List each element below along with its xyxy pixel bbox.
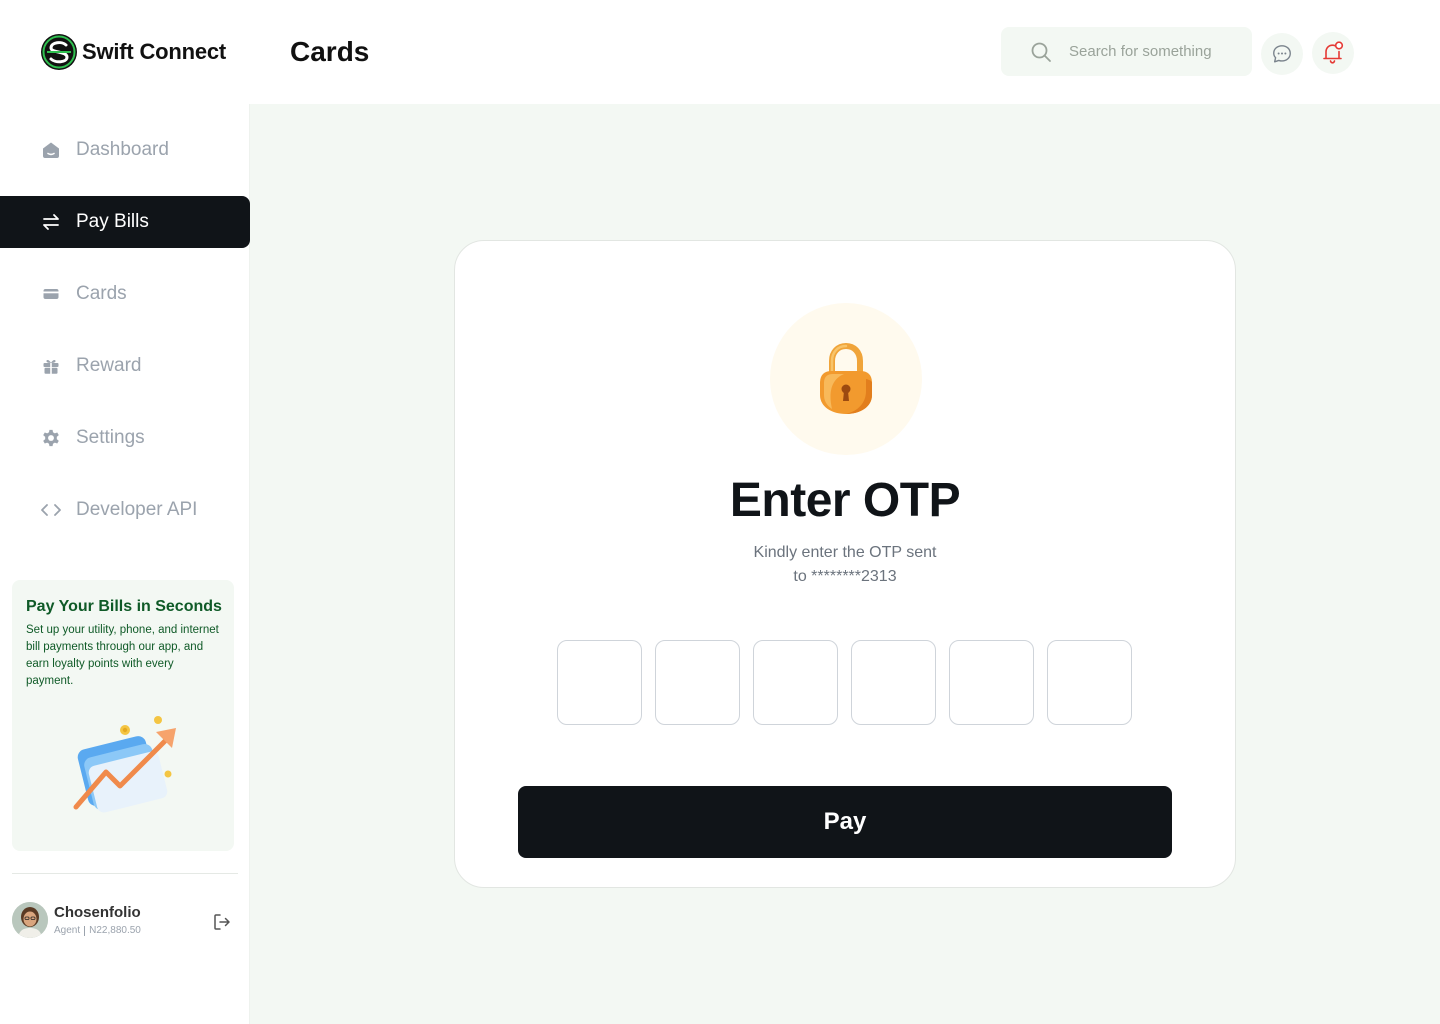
- promo-card: Pay Your Bills in Seconds Set up your ut…: [12, 580, 234, 851]
- sidebar: Dashboard Pay Bills Cards Reward Setting…: [0, 104, 250, 1024]
- user-role: Agent: [54, 925, 81, 936]
- sidebar-item-developer-api[interactable]: Developer API: [0, 484, 250, 536]
- otp-digit-5[interactable]: [949, 640, 1034, 725]
- otp-subtitle-line: to ********2313: [793, 568, 897, 585]
- user-name: Chosenfolio: [54, 904, 141, 921]
- user-profile: Chosenfolio Agent N22,880.50: [12, 902, 238, 942]
- chat-bubble-icon: [1273, 45, 1291, 63]
- sidebar-item-label: Developer API: [76, 499, 198, 520]
- search-bar[interactable]: [1001, 27, 1252, 76]
- otp-digit-1[interactable]: [557, 640, 642, 725]
- gear-icon: [40, 427, 62, 449]
- sidebar-item-reward[interactable]: Reward: [0, 340, 250, 392]
- sidebar-item-pay-bills[interactable]: Pay Bills: [0, 196, 250, 248]
- sidebar-item-settings[interactable]: Settings: [0, 412, 250, 464]
- card-icon: [40, 283, 62, 305]
- bell-icon: [1323, 41, 1344, 64]
- otp-input-group: [557, 640, 1132, 725]
- otp-subtitle: Kindly enter the OTP sent to ********231…: [725, 541, 965, 589]
- pay-button[interactable]: Pay: [518, 786, 1172, 858]
- transfer-arrows-icon: [40, 211, 62, 233]
- notifications-button[interactable]: [1312, 32, 1354, 74]
- sidebar-item-label: Reward: [76, 355, 142, 376]
- lock-badge: [770, 303, 922, 455]
- main-content: Enter OTP Kindly enter the OTP sent to *…: [250, 104, 1440, 1024]
- otp-title: Enter OTP: [729, 474, 961, 527]
- meta-separator: [84, 925, 86, 936]
- messages-button[interactable]: [1261, 33, 1303, 75]
- sidebar-item-label: Settings: [76, 427, 145, 448]
- search-input[interactable]: [1069, 39, 1239, 64]
- brand-logo[interactable]: Swift Connect: [40, 33, 226, 71]
- wallet-growth-illustration: [73, 716, 176, 813]
- page-title: Cards: [290, 36, 370, 67]
- otp-digit-6[interactable]: [1047, 640, 1132, 725]
- sidebar-item-label: Pay Bills: [76, 211, 149, 232]
- top-header: Swift Connect Cards: [0, 0, 1440, 104]
- sidebar-divider: [12, 873, 238, 874]
- code-icon: [40, 499, 62, 521]
- user-balance: N22,880.50: [89, 925, 141, 936]
- promo-text: Set up your utility, phone, and internet…: [26, 624, 219, 687]
- otp-subtitle-line: Kindly enter the OTP sent: [753, 544, 937, 561]
- logout-icon[interactable]: [212, 912, 232, 932]
- gift-icon: [40, 355, 62, 377]
- promo-title: Pay Your Bills in Seconds: [26, 598, 222, 615]
- otp-digit-4[interactable]: [851, 640, 936, 725]
- home-icon: [40, 139, 62, 161]
- sidebar-item-cards[interactable]: Cards: [0, 268, 250, 320]
- sidebar-item-dashboard[interactable]: Dashboard: [0, 124, 250, 176]
- user-meta: Agent N22,880.50: [54, 925, 141, 936]
- otp-digit-3[interactable]: [753, 640, 838, 725]
- padlock-icon: [820, 342, 872, 414]
- otp-card: Enter OTP Kindly enter the OTP sent to *…: [454, 240, 1236, 888]
- sidebar-item-label: Dashboard: [76, 139, 169, 160]
- sidebar-item-label: Cards: [76, 283, 127, 304]
- search-icon: [1031, 42, 1051, 62]
- avatar[interactable]: [12, 902, 48, 938]
- otp-digit-2[interactable]: [655, 640, 740, 725]
- swift-connect-logo-icon: [41, 34, 77, 70]
- brand-name: Swift Connect: [82, 39, 227, 64]
